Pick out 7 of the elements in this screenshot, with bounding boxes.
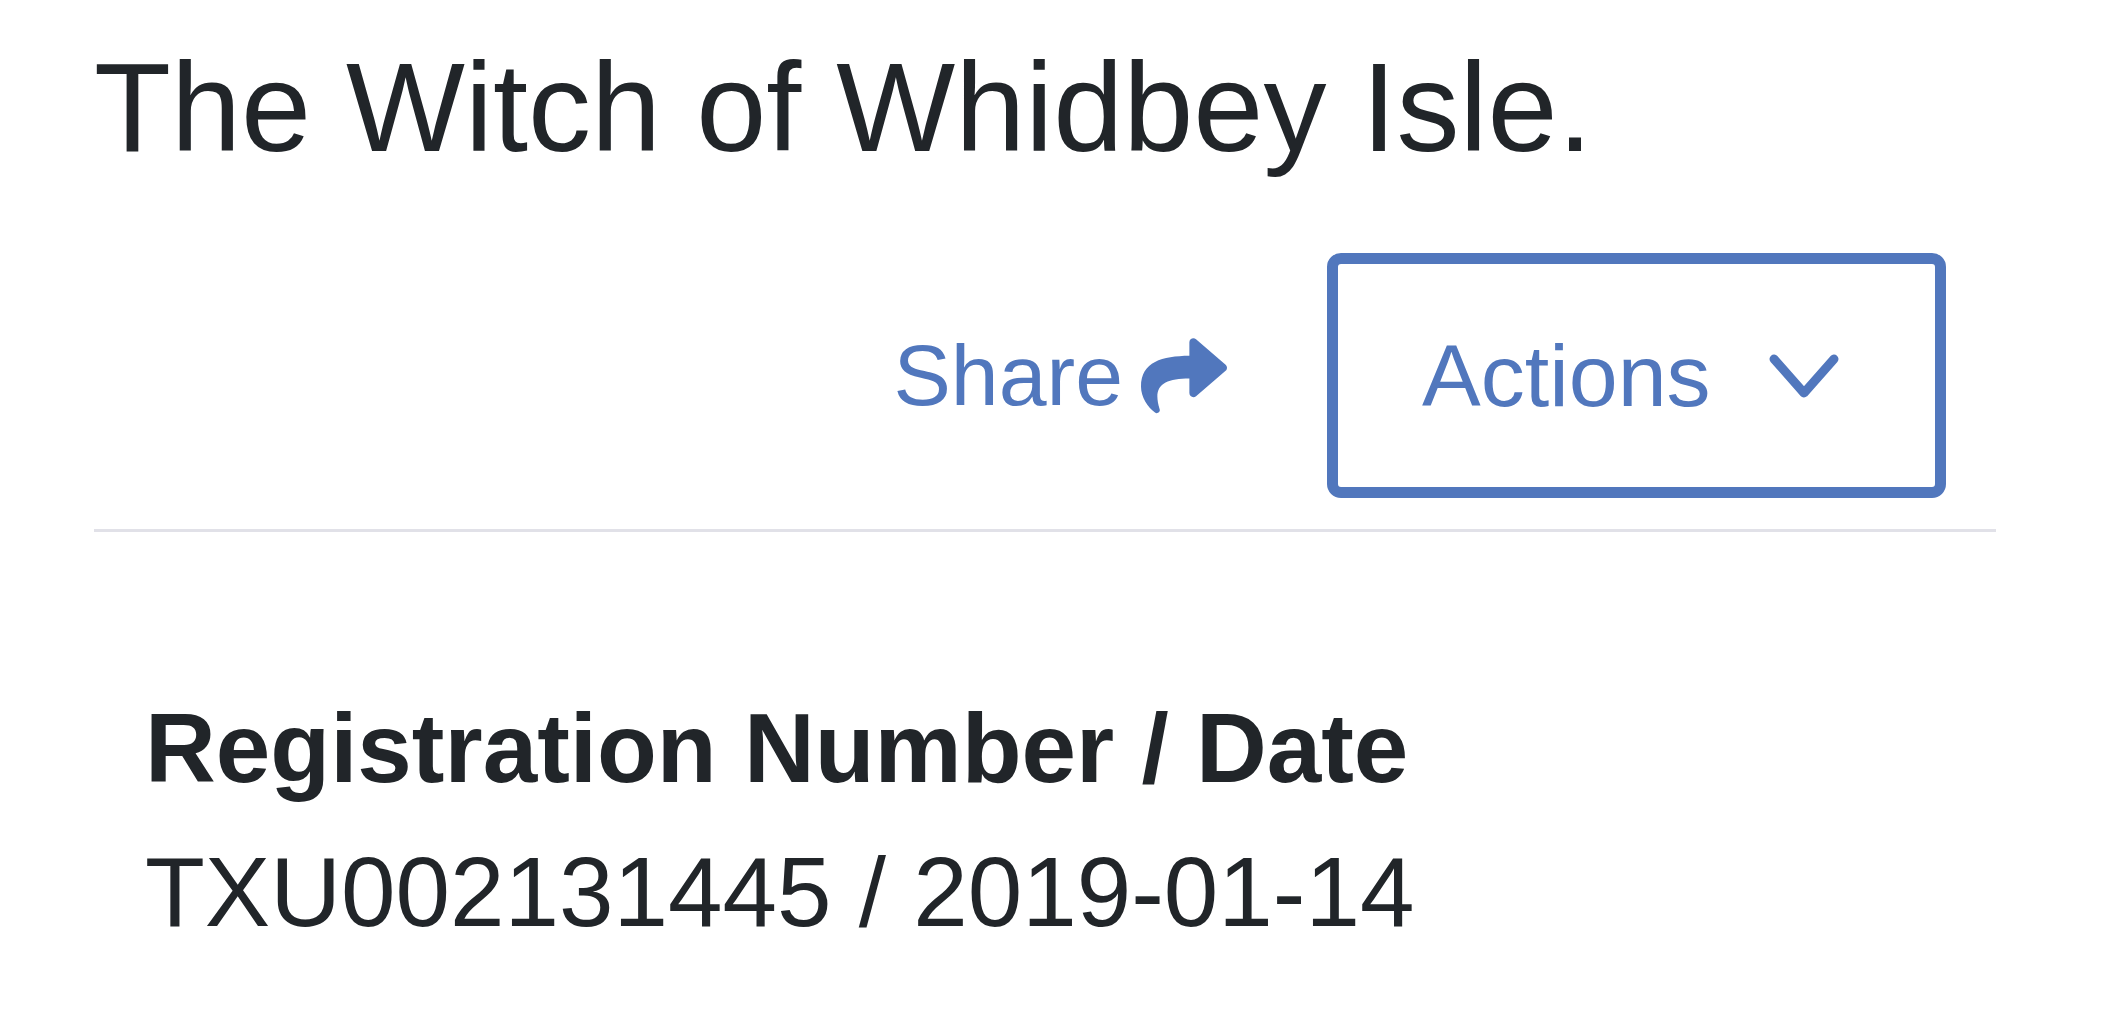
share-link[interactable]: Share: [893, 326, 1227, 426]
chevron-down-icon: [1768, 353, 1839, 398]
field-label: Registration Number / Date: [145, 692, 1409, 806]
actions-button[interactable]: Actions: [1327, 253, 1946, 499]
page-title: The Witch of Whidbey Isle.: [94, 36, 1593, 180]
curved-arrow-icon: [1141, 337, 1227, 414]
field-value: TXU002131445 / 2019-01-14: [145, 835, 1415, 949]
